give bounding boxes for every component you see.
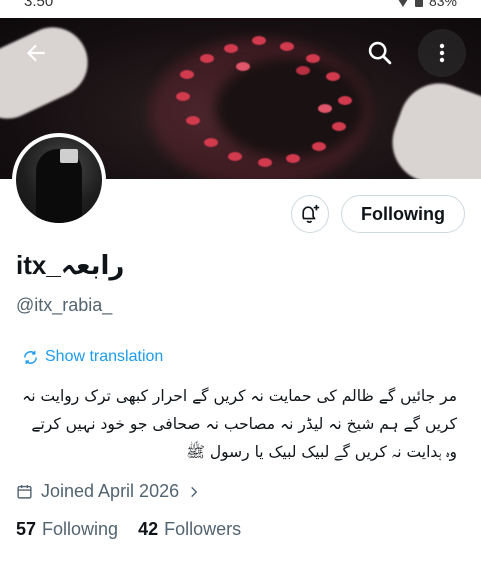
follow-stats: 57 Following 42 Followers [16,519,241,540]
search-button[interactable] [356,29,404,77]
arrow-left-icon [26,44,45,62]
bio-line: وہ ہدایت نہ کریں گے لبیک لبیک یا رسول ﷺ [186,443,457,461]
battery-percent: 83% [428,0,457,9]
followers-count: 42 [138,519,159,539]
followers-label: Followers [164,519,242,539]
status-icons: 83% [396,0,457,9]
bell-plus-icon [302,204,320,223]
calendar-icon [17,485,32,499]
following-button[interactable]: Following [341,195,465,233]
search-icon [368,41,392,65]
following-count: 57 [16,519,37,539]
battery-icon [414,0,423,7]
user-handle: @itx_rabia_ [16,295,113,315]
show-translation-link[interactable]: Show translation [22,348,163,366]
avatar-image [16,137,102,223]
wifi-icon [396,0,409,7]
joined-date: Joined April 2026 [41,481,180,501]
avatar[interactable] [12,133,106,227]
more-vertical-icon [439,43,445,63]
status-bar: 3:50 83% [0,0,481,18]
followers-stat[interactable]: 42 Followers [138,519,241,540]
following-stat[interactable]: 57 Following [16,519,118,540]
back-button[interactable] [12,29,60,77]
more-options-button[interactable] [418,29,466,77]
bio-line: کریں گے ہم شیخ نہ لیڈر نہ مصاحب نہ صحافی… [31,415,457,433]
chevron-right-icon [191,486,198,497]
translate-icon [24,350,37,364]
bio-line: مر جائیں گے ظالم کی حمایت نہ کریں گے احر… [22,387,457,405]
display-name: itx_رابعہ [16,250,125,280]
following-label: Following [42,519,119,539]
profile-bio: مر جائیں گے ظالم کی حمایت نہ کریں گے احر… [14,382,457,466]
joined-date-row[interactable]: Joined April 2026 [16,481,201,502]
notifications-button[interactable] [291,195,329,233]
banner-hand-right [381,72,481,179]
status-time: 3:50 [24,0,54,10]
show-translation-label: Show translation [45,348,164,365]
